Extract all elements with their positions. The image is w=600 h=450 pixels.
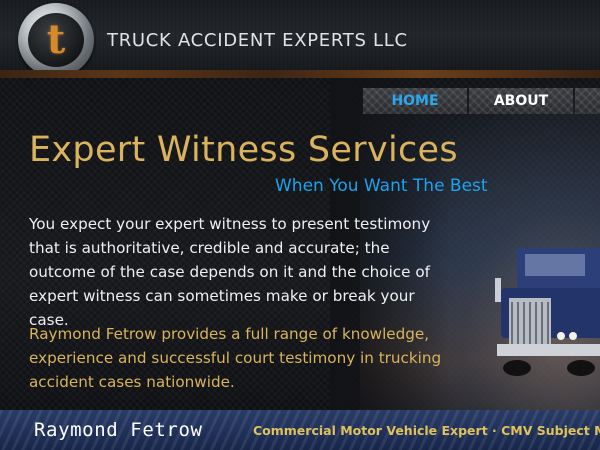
intro-paragraph: You expect your expert witness to presen… [29, 215, 431, 329]
page-subtitle: When You Want The Best [275, 176, 488, 196]
footer-banner: Raymond Fetrow Commercial Motor Vehicle … [0, 410, 600, 450]
top-nav: HOME ABOUT [363, 88, 600, 114]
services-paragraph: Raymond Fetrow provides a full range of … [29, 325, 442, 391]
logo-inner: t [28, 13, 84, 67]
nav-home[interactable]: HOME [363, 88, 467, 114]
page-title: Expert Witness Services [29, 130, 458, 170]
site-header: t TRUCK ACCIDENT EXPERTS LLC [0, 0, 600, 78]
expert-name: Raymond Fetrow [34, 419, 203, 441]
nav-about[interactable]: ABOUT [469, 88, 573, 114]
main-content: HOME ABOUT Expert Witness Services When … [0, 78, 600, 410]
semi-truck-image [495, 248, 600, 376]
logo-icon[interactable]: t [18, 3, 94, 77]
site-title[interactable]: TRUCK ACCIDENT EXPERTS LLC [107, 30, 408, 51]
footer-tagline: Commercial Motor Vehicle Expert · CMV Su… [253, 423, 600, 438]
logo-letter: t [46, 16, 66, 63]
nav-item-partial[interactable] [575, 88, 600, 114]
